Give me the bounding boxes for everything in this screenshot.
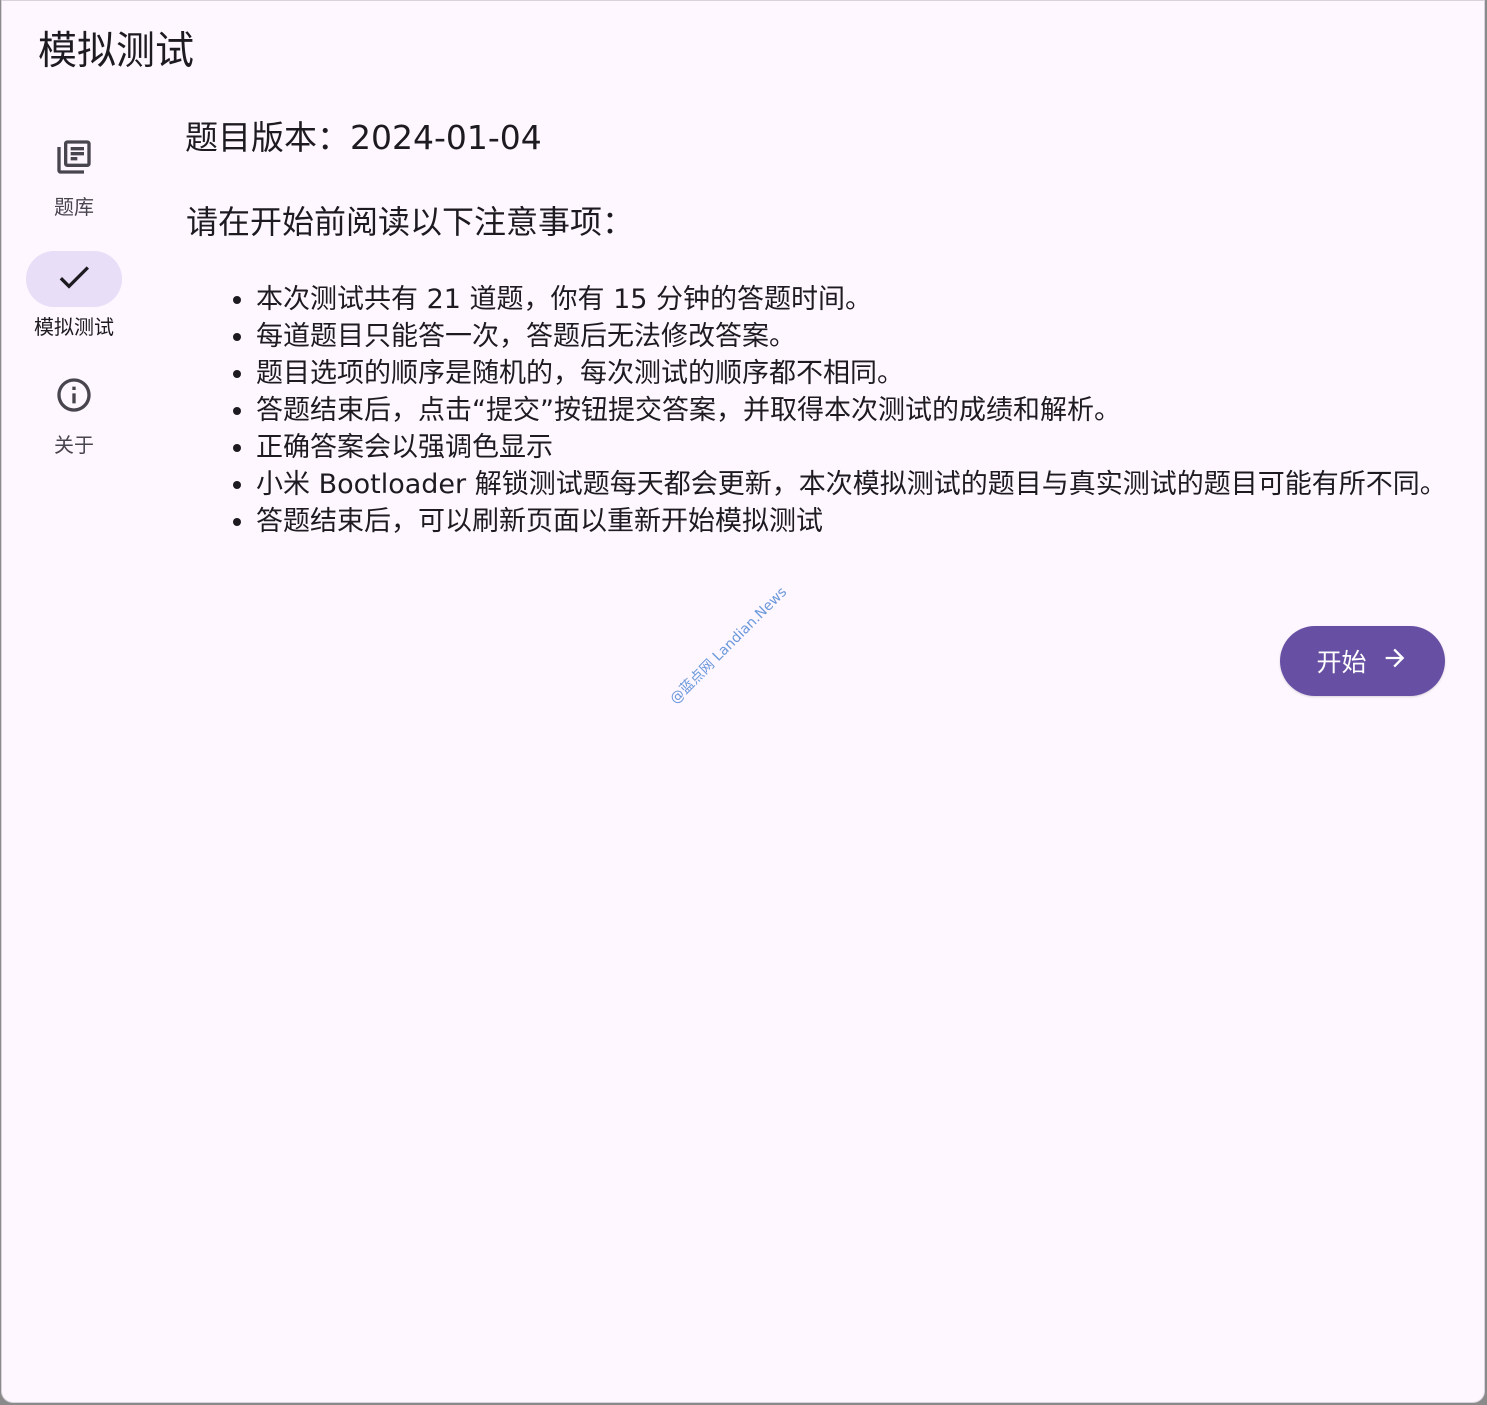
start-button[interactable]: 开始 — [1280, 626, 1445, 696]
arrow-forward-icon — [1381, 644, 1409, 678]
question-version: 题目版本：2024-01-04 — [185, 118, 542, 157]
nav-item-mock-test[interactable]: 模拟测试 — [20, 251, 128, 340]
watermark: @蓝点网 Landian.News — [667, 584, 791, 708]
notice-heading: 请在开始前阅读以下注意事项： — [186, 203, 635, 241]
nav-item-about[interactable]: 关于 — [20, 369, 128, 458]
list-item: 每道题目只能答一次，答题后无法修改答案。 — [256, 318, 1484, 355]
list-item: 本次测试共有 21 道题，你有 15 分钟的答题时间。 — [256, 281, 1484, 318]
list-item: 小米 Bootloader 解锁测试题每天都会更新，本次模拟测试的题目与真实测试… — [256, 466, 1484, 503]
check-icon — [54, 257, 94, 301]
library-books-icon — [54, 137, 94, 181]
nav-label-mock-test: 模拟测试 — [34, 315, 114, 339]
list-item: 答题结束后，点击“提交”按钮提交答案，并取得本次测试的成绩和解析。 — [256, 392, 1484, 429]
nav-indicator — [26, 369, 122, 425]
nav-item-question-bank[interactable]: 题库 — [20, 131, 128, 220]
notice-list: 本次测试共有 21 道题，你有 15 分钟的答题时间。 每道题目只能答一次，答题… — [185, 281, 1484, 540]
nav-indicator — [26, 131, 122, 187]
nav-label-question-bank: 题库 — [54, 195, 94, 219]
info-icon — [54, 375, 94, 419]
app-title: 模拟测试 — [38, 29, 195, 74]
nav-label-about: 关于 — [54, 433, 94, 457]
list-item: 正确答案会以强调色显示 — [256, 429, 1484, 466]
list-item: 答题结束后，可以刷新页面以重新开始模拟测试 — [256, 503, 1484, 540]
list-item: 题目选项的顺序是随机的，每次测试的顺序都不相同。 — [256, 355, 1484, 392]
nav-active-indicator — [26, 251, 122, 307]
app-window: 模拟测试 题库 模拟测试 关于 题目版本：2024-01-04 请在开始前阅读以… — [1, 0, 1485, 1403]
start-button-label: 开始 — [1316, 648, 1367, 677]
